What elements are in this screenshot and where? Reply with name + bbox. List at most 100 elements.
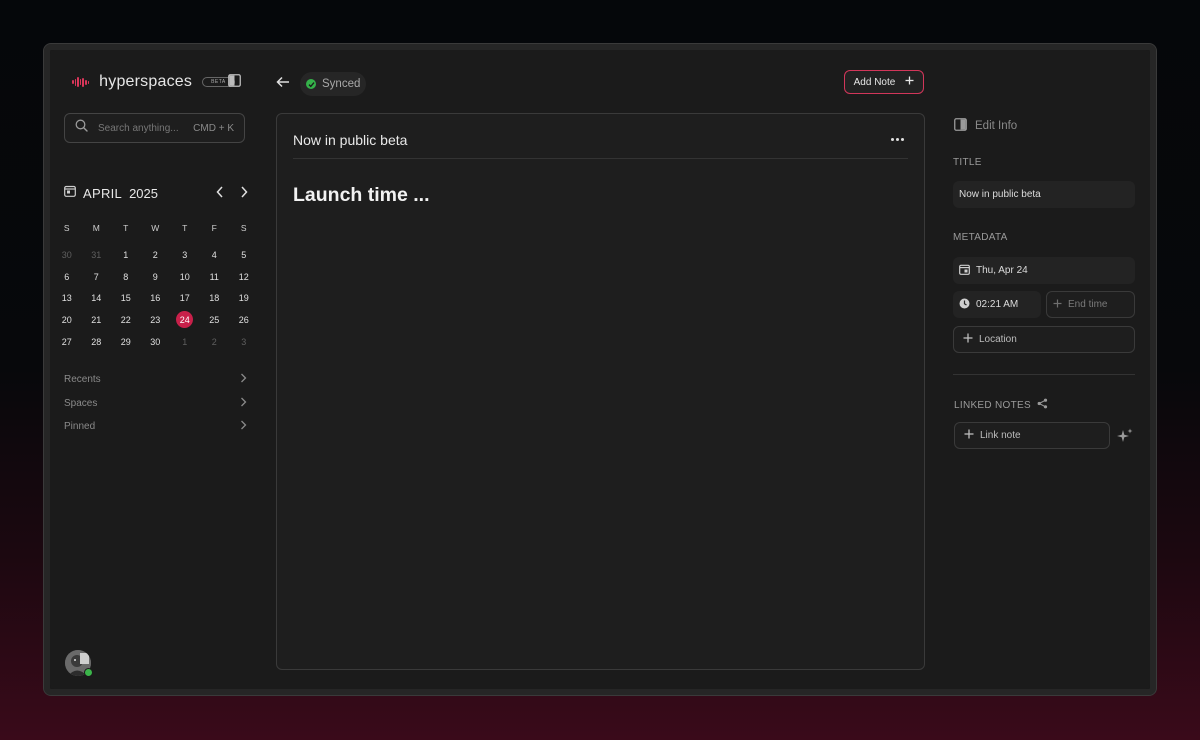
calendar-day[interactable]: 22 — [111, 309, 141, 331]
calendar-day[interactable]: 28 — [82, 331, 112, 353]
edit-info-header[interactable]: Edit Info — [954, 118, 1017, 134]
search-shortcut: CMD + K — [193, 122, 234, 134]
calendar-grid: S M T W T F S 30 31 1 2 3 4 5 6 7 8 9 10 11 12 13 14 15 16 17 18 19… — [52, 220, 259, 352]
next-month-button[interactable] — [238, 184, 250, 200]
search-icon — [75, 119, 88, 137]
calendar-day-number: 1 — [123, 249, 129, 260]
calendar-day[interactable]: 2 — [141, 244, 171, 266]
calendar-day[interactable]: 6 — [52, 266, 82, 288]
end-time-placeholder: End time — [1068, 299, 1108, 310]
note-heading[interactable]: Launch time ... — [293, 184, 430, 207]
calendar-day[interactable]: 30 — [52, 244, 82, 266]
calendar-day-number: 3 — [241, 336, 247, 347]
calendar-day-number: 25 — [209, 314, 220, 325]
calendar-day-number: 20 — [61, 314, 72, 325]
sidebar-item-recents[interactable]: Recents — [64, 368, 247, 392]
sidebar-item-label: Pinned — [64, 421, 96, 433]
calendar-day[interactable]: 7 — [82, 266, 112, 288]
sidebar-item-spaces[interactable]: Spaces — [64, 392, 247, 416]
calendar-day-today[interactable]: 24 — [170, 309, 200, 331]
weekday-label: T — [123, 223, 129, 233]
calendar-day[interactable]: 4 — [200, 244, 230, 266]
calendar-month: APRIL — [83, 185, 123, 201]
calendar-day[interactable]: 3 — [170, 244, 200, 266]
weekday-label: S — [63, 223, 70, 233]
calendar-day-number: 26 — [238, 314, 249, 325]
calendar-day[interactable]: 1 — [170, 331, 200, 353]
link-note-button[interactable]: Link note — [954, 422, 1110, 449]
weekday-label: M — [92, 223, 100, 233]
calendar-day[interactable]: 9 — [141, 266, 171, 288]
calendar-day-number: 13 — [61, 293, 72, 304]
calendar-day-number: 30 — [150, 336, 161, 347]
sidebar-item-pinned[interactable]: Pinned — [64, 415, 247, 439]
prev-month-button[interactable] — [214, 184, 226, 200]
calendar-day-number: 14 — [91, 293, 102, 304]
sparkle-icon[interactable] — [1117, 428, 1133, 449]
search-box[interactable]: CMD + K — [64, 113, 245, 143]
calendar-day[interactable]: 21 — [82, 309, 112, 331]
calendar-day-number: 3 — [182, 249, 188, 260]
back-arrow-icon[interactable] — [276, 75, 292, 89]
calendar-day-number: 27 — [61, 336, 72, 347]
chevron-left-icon — [216, 186, 223, 198]
sidebar-nav: Recents Spaces Pinned — [64, 368, 247, 439]
calendar-icon — [64, 184, 76, 202]
calendar-day[interactable]: 18 — [200, 287, 230, 309]
location-field[interactable]: Location — [953, 326, 1135, 353]
start-time-field[interactable]: 02:21 AM — [953, 291, 1041, 318]
calendar-day[interactable]: 31 — [82, 244, 112, 266]
calendar-day-number: 4 — [211, 249, 217, 260]
calendar-day[interactable]: 26 — [229, 309, 259, 331]
edit-info-label: Edit Info — [975, 120, 1018, 132]
calendar-day[interactable]: 17 — [170, 287, 200, 309]
calendar-day[interactable]: 12 — [229, 266, 259, 288]
calendar-day[interactable]: 3 — [229, 331, 259, 353]
title-input[interactable] — [959, 189, 1129, 200]
calendar-day[interactable]: 29 — [111, 331, 141, 353]
calendar-day[interactable]: 30 — [141, 331, 171, 353]
linked-notes-label: LINKED NOTES — [954, 399, 1031, 411]
calendar-day[interactable]: 8 — [111, 266, 141, 288]
calendar-day-number: 2 — [152, 249, 158, 260]
title-field[interactable] — [953, 181, 1135, 208]
logo-icon — [72, 77, 90, 87]
calendar-day-number: 8 — [123, 271, 129, 282]
calendar-day-number: 19 — [238, 293, 249, 304]
calendar-day[interactable]: 15 — [111, 287, 141, 309]
sidebar-item-label: Spaces — [64, 397, 98, 409]
calendar-day[interactable]: 14 — [82, 287, 112, 309]
note-title[interactable]: Now in public beta — [293, 132, 407, 148]
sidebar-toggle-icon[interactable] — [228, 74, 241, 87]
calendar-day[interactable]: 25 — [200, 309, 230, 331]
end-time-field[interactable]: End time — [1046, 291, 1135, 318]
share-icon[interactable] — [1037, 398, 1048, 412]
note-editor[interactable]: Now in public beta Launch time ... — [276, 113, 925, 670]
calendar-day-number: 5 — [241, 249, 247, 260]
calendar-day[interactable]: 10 — [170, 266, 200, 288]
check-circle-icon — [306, 79, 316, 89]
calendar-day-number: 16 — [150, 293, 161, 304]
calendar-day-number: 24 — [176, 311, 194, 329]
add-note-label: Add Note — [853, 76, 896, 88]
calendar-day-number: 12 — [238, 271, 249, 282]
date-field[interactable]: Thu, Apr 24 — [953, 257, 1135, 284]
calendar-day[interactable]: 20 — [52, 309, 82, 331]
calendar-day[interactable]: 27 — [52, 331, 82, 353]
calendar-day[interactable]: 1 — [111, 244, 141, 266]
plus-icon — [963, 333, 973, 346]
calendar-day[interactable]: 5 — [229, 244, 259, 266]
more-options-icon[interactable] — [890, 130, 904, 148]
calendar-day[interactable]: 16 — [141, 287, 171, 309]
plus-icon — [1053, 299, 1062, 311]
search-input[interactable] — [98, 122, 178, 134]
calendar-day[interactable]: 2 — [200, 331, 230, 353]
sync-status-label: Synced — [322, 78, 361, 90]
calendar-day[interactable]: 19 — [229, 287, 259, 309]
add-note-button[interactable]: Add Note — [844, 70, 924, 94]
calendar-day[interactable]: 13 — [52, 287, 82, 309]
calendar-day[interactable]: 23 — [141, 309, 171, 331]
calendar-day[interactable]: 11 — [200, 266, 230, 288]
panel-icon — [954, 118, 967, 134]
calendar-day-number: 1 — [182, 336, 188, 347]
